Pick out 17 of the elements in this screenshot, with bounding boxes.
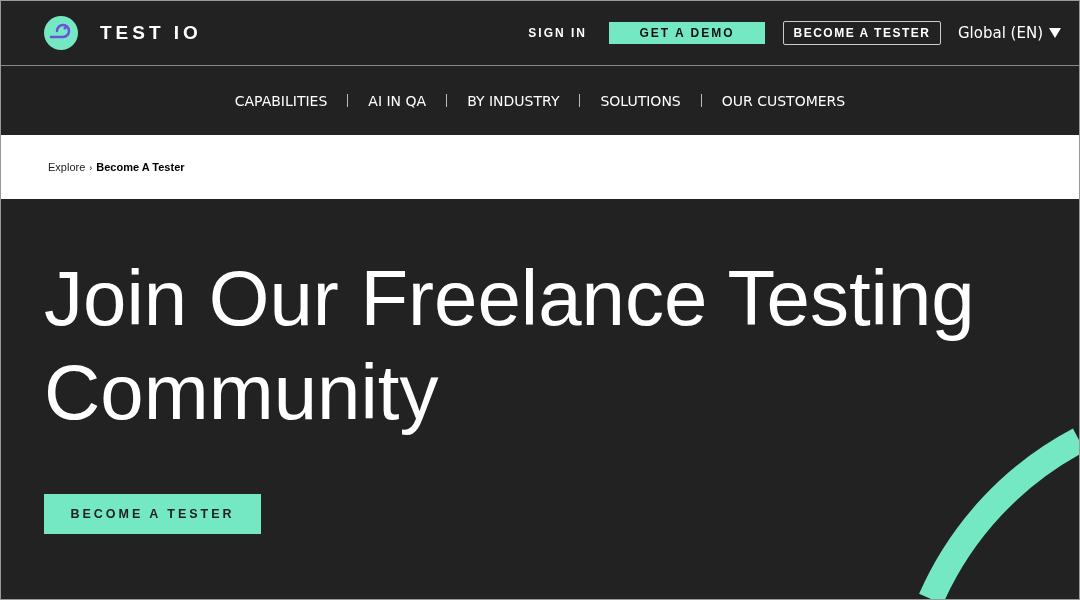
get-a-demo-button[interactable]: GET A DEMO bbox=[608, 22, 765, 44]
become-a-tester-button[interactable]: BECOME A TESTER bbox=[782, 21, 941, 45]
nav-link[interactable]: AI IN QA bbox=[348, 92, 447, 109]
become-a-tester-button[interactable]: BECOME A TESTER bbox=[44, 494, 261, 534]
nav-link[interactable]: SOLUTIONS bbox=[580, 92, 701, 109]
nav-link[interactable]: OUR CUSTOMERS bbox=[701, 92, 866, 109]
logo-icon[interactable] bbox=[44, 16, 78, 50]
logo-text[interactable]: TEST IO bbox=[100, 22, 202, 44]
nav-link[interactable]: CAPABILITIES bbox=[214, 92, 348, 109]
nav-link[interactable]: BY INDUSTRY bbox=[447, 92, 580, 109]
language-selector[interactable]: Global (EN) bbox=[957, 24, 1061, 42]
hero-title: Join Our Freelance Testing Community bbox=[44, 253, 976, 438]
breadcrumb-link[interactable]: Explore bbox=[48, 161, 86, 173]
sign-in-link[interactable]: SIGN IN bbox=[528, 26, 587, 40]
breadcrumb-separator: › bbox=[89, 163, 93, 173]
caret-icon bbox=[1049, 28, 1061, 38]
breadcrumb-link[interactable]: Become A Tester bbox=[96, 161, 185, 173]
